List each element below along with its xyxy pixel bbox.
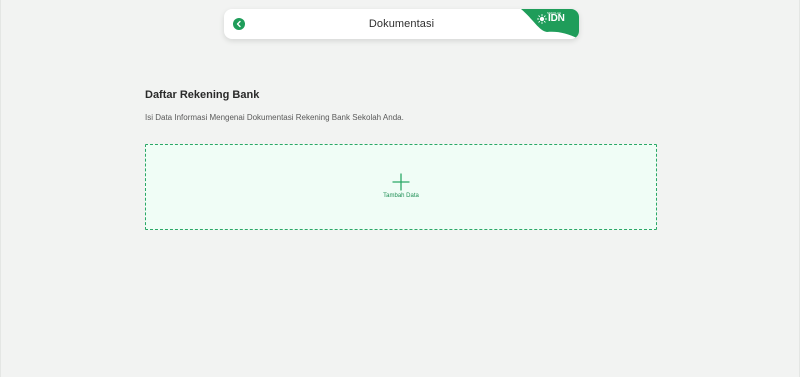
add-data-label: Tambah Data <box>383 193 419 199</box>
plus-icon <box>392 173 410 191</box>
header-card: Dokumentasi SEKOLAH IDN <box>224 9 579 39</box>
add-data-button[interactable]: Tambah Data <box>145 144 657 230</box>
brand-logo: SEKOLAH IDN <box>517 9 579 39</box>
section-title: Daftar Rekening Bank <box>145 89 260 101</box>
brand-name: IDN <box>548 13 565 24</box>
page: Dokumentasi SEKOLAH IDN Daftar Rekening … <box>0 0 800 377</box>
section-description: Isi Data Informasi Mengenai Dokumentasi … <box>145 113 404 122</box>
